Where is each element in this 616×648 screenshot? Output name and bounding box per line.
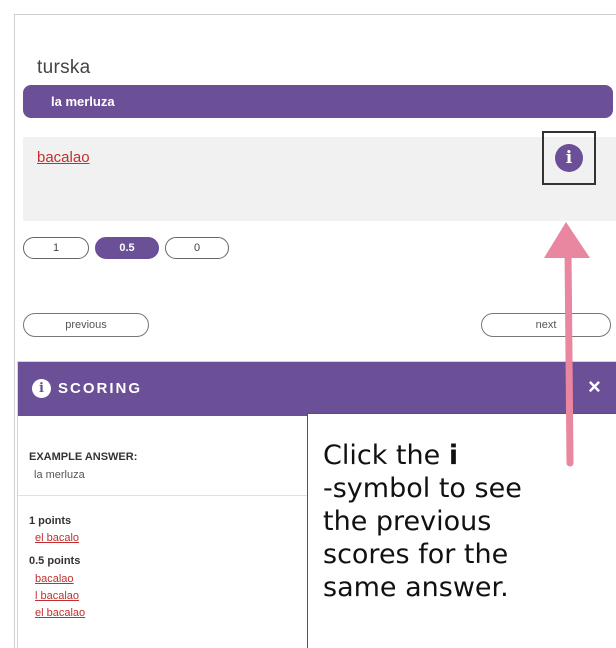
correct-answer-bar: la merluza [23,85,613,118]
user-response-box: bacalao [23,137,616,221]
score-option-0[interactable]: 0 [165,237,229,259]
previous-button[interactable]: previous [23,313,149,337]
callout-bold-i: i [448,440,459,471]
close-icon[interactable]: × [588,374,601,400]
info-icon: i [32,379,51,398]
scored-answer: el bacalao [35,607,86,619]
next-button[interactable]: next [481,313,611,337]
scored-answer: el bacalo [35,532,80,544]
example-answer-label: EXAMPLE ANSWER: [29,451,138,463]
points-label: 0.5 points [29,555,81,567]
score-options: 1 0.5 0 [23,237,229,259]
score-option-0-5[interactable]: 0.5 [95,237,159,259]
example-answer-value: la merluza [34,469,85,481]
user-response-text: bacalao [37,149,90,166]
scoring-header: i SCORING × [18,362,616,416]
info-icon[interactable]: i [555,144,583,172]
tutorial-callout: Click the i -symbol to see the previous … [307,413,616,648]
scored-answer: l bacalao [35,590,80,602]
callout-text: Click the i -symbol to see the previous … [323,439,522,604]
scoring-title: SCORING [58,380,143,397]
scored-answer: bacalao [35,573,74,585]
callout-prefix: Click the [323,440,449,471]
callout-rest: -symbol to see the previous scores for t… [323,473,522,603]
word-title: turska [37,57,91,78]
score-option-1[interactable]: 1 [23,237,89,259]
points-label: 1 points [29,515,72,527]
